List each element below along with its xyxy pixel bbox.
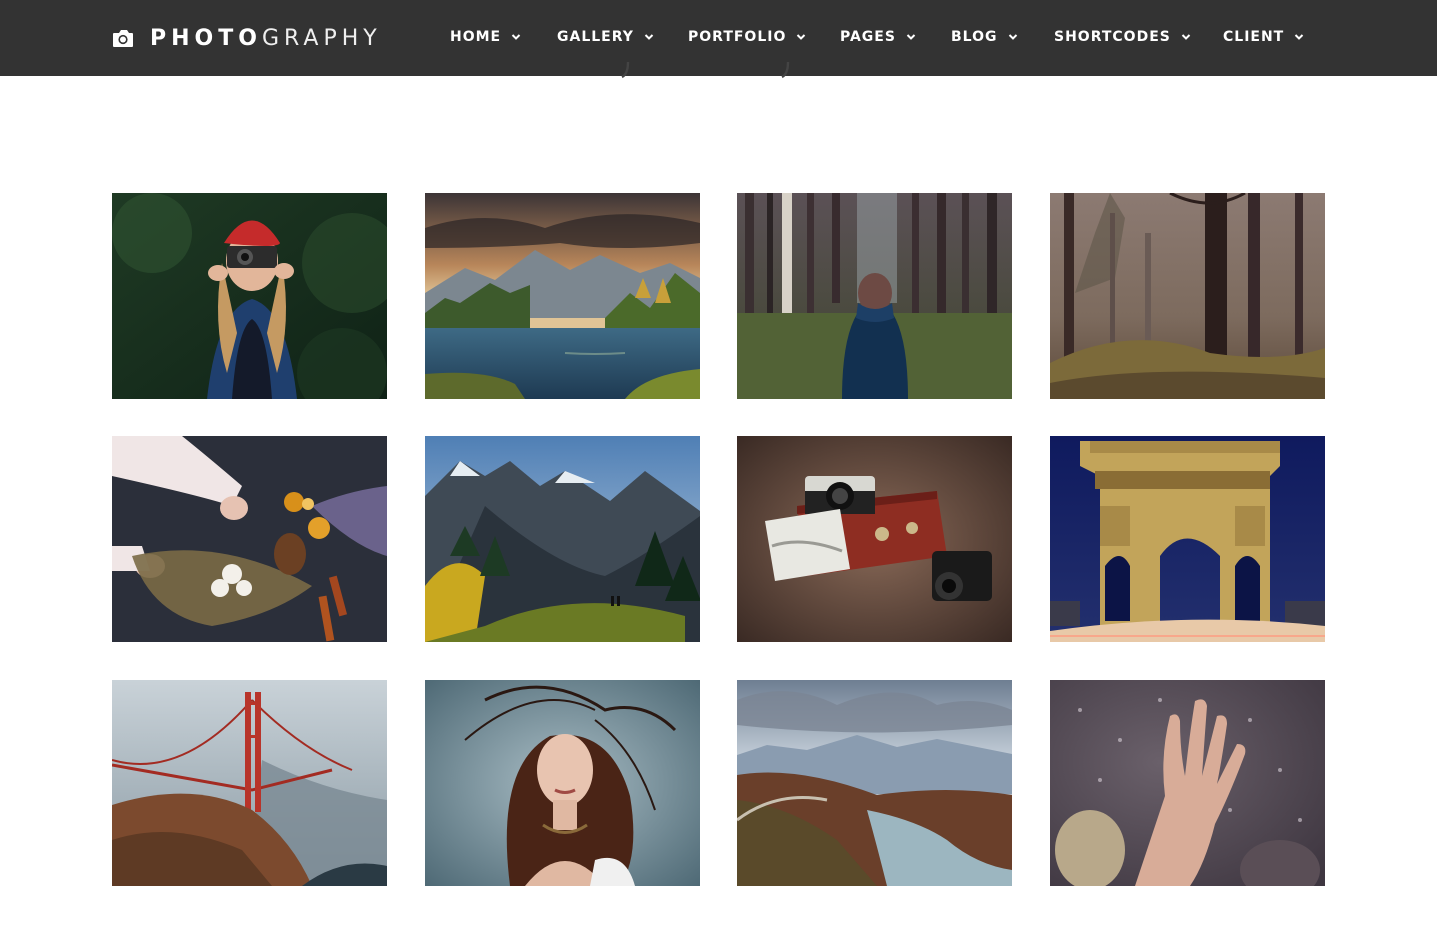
- hidden-heading-fragment: [621, 62, 790, 79]
- gallery-photo-vintage-cameras[interactable]: [737, 436, 1012, 642]
- chevron-down-icon: [797, 34, 806, 40]
- photo-woman-windblown-hair: [425, 680, 700, 886]
- menu-item-portfolio[interactable]: PORTFOLIO: [688, 27, 806, 47]
- menu-item-label: BLOG: [951, 29, 998, 45]
- photo-mountain-river-valley: [737, 680, 1012, 886]
- gallery-photo-windblown-hair[interactable]: [425, 680, 700, 886]
- chevron-down-icon: [511, 34, 521, 40]
- photo-person-in-forest: [737, 193, 1012, 399]
- menu-item-home[interactable]: HOME: [450, 27, 521, 47]
- photo-vintage-cameras: [737, 436, 1012, 642]
- photo-dried-flowers-flatlay: [112, 436, 387, 642]
- menu-item-pages[interactable]: PAGES: [840, 27, 916, 47]
- gallery-photo-mountain-lake[interactable]: [425, 193, 700, 399]
- gallery-photo-mountain-valley[interactable]: [425, 436, 700, 642]
- menu-item-shortcodes[interactable]: SHORTCODES: [1054, 27, 1191, 47]
- gallery-photo-arc-de-triomphe[interactable]: [1050, 436, 1325, 642]
- gallery-photo-golden-gate[interactable]: [112, 680, 387, 886]
- chevron-down-icon: [1295, 34, 1304, 40]
- menu-item-label: PORTFOLIO: [688, 29, 787, 45]
- photo-woman-with-camera: [112, 193, 387, 399]
- chevron-down-icon: [906, 34, 916, 40]
- menu-item-blog[interactable]: BLOG: [951, 27, 1018, 47]
- gallery-photo-river-valley[interactable]: [737, 680, 1012, 886]
- photo-mountain-valley-hikers: [425, 436, 700, 642]
- gallery-photo-misty-forest[interactable]: [1050, 193, 1325, 399]
- gallery-photo-rainy-glass[interactable]: [1050, 680, 1325, 886]
- photo-hand-on-rainy-glass: [1050, 680, 1325, 886]
- menu-item-label: PAGES: [840, 29, 896, 45]
- photo-gallery-grid: [112, 193, 1325, 887]
- menu-item-label: SHORTCODES: [1054, 29, 1171, 45]
- gallery-photo-woman-camera[interactable]: [112, 193, 387, 399]
- photo-mountain-lake-sunset: [425, 193, 700, 399]
- chevron-down-icon: [1008, 34, 1017, 40]
- photo-golden-gate-bridge: [112, 680, 387, 886]
- menu-item-label: HOME: [450, 29, 502, 45]
- gallery-photo-dried-flowers[interactable]: [112, 436, 387, 642]
- chevron-down-icon: [644, 34, 654, 40]
- menu-item-gallery[interactable]: GALLERY: [557, 27, 654, 47]
- menu-item-label: GALLERY: [557, 29, 634, 45]
- photo-arc-de-triomphe-night: [1050, 436, 1325, 642]
- gallery-photo-forest-person[interactable]: [737, 193, 1012, 399]
- chevron-down-icon: [1181, 34, 1191, 40]
- menu-item-client[interactable]: CLIENT: [1223, 27, 1304, 47]
- photo-misty-forest-trees: [1050, 193, 1325, 399]
- menu-item-label: CLIENT: [1223, 29, 1285, 45]
